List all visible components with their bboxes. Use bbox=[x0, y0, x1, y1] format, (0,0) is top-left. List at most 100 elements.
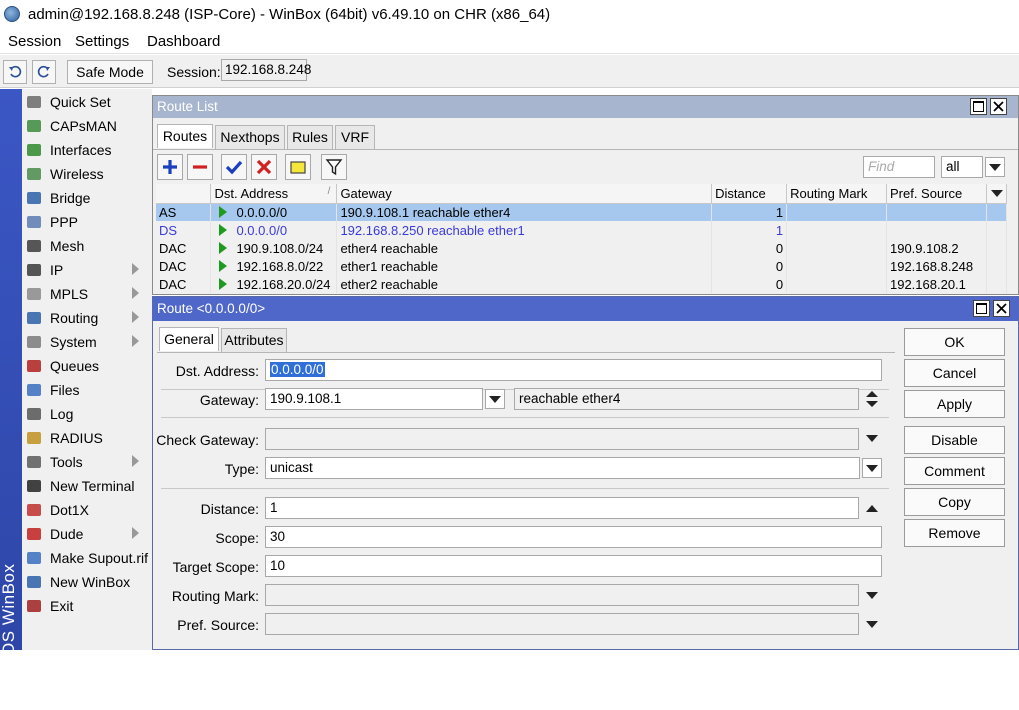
session-field[interactable]: 192.168.8.248 bbox=[221, 59, 311, 81]
undo-button[interactable] bbox=[3, 60, 27, 84]
close-button[interactable] bbox=[990, 98, 1007, 115]
copy-button[interactable]: Copy bbox=[904, 488, 1005, 516]
sidebar-item-interfaces[interactable]: Interfaces bbox=[22, 138, 152, 162]
window-title: admin@192.168.8.248 (ISP-Core) - WinBox … bbox=[28, 6, 551, 23]
toolbar: Safe Mode Session: 192.168.8.248 bbox=[0, 55, 1019, 88]
comment-button[interactable] bbox=[285, 154, 311, 180]
check-gateway-select[interactable] bbox=[265, 428, 859, 450]
chevron-down-icon[interactable] bbox=[866, 592, 878, 599]
col-flags[interactable] bbox=[156, 184, 212, 204]
menu-settings[interactable]: Settings bbox=[75, 33, 129, 50]
tab-nexthops[interactable]: Nexthops bbox=[215, 125, 285, 149]
filter-dropdown-button[interactable] bbox=[985, 157, 1005, 177]
sidebar-item-exit[interactable]: Exit bbox=[22, 594, 152, 618]
redo-icon bbox=[37, 65, 50, 78]
scope-input[interactable]: 30 bbox=[265, 526, 882, 548]
table-row[interactable]: DAC 190.9.108.0/24 ether4 reachable 0 190.9.… bbox=[156, 239, 1008, 257]
sidebar-item-capsman[interactable]: CAPsMAN bbox=[22, 114, 152, 138]
sort-icon: / bbox=[327, 185, 331, 197]
sidebar-item-new-winbox[interactable]: New WinBox bbox=[22, 570, 152, 594]
routing-icon bbox=[25, 309, 43, 327]
sidebar-item-make-supout-rif[interactable]: Make Supout.rif bbox=[22, 546, 152, 570]
gateway-dropdown-button[interactable] bbox=[485, 389, 505, 409]
table-row[interactable]: DS 0.0.0.0/0 192.168.8.250 reachable ether… bbox=[156, 221, 1008, 239]
cancel-button[interactable]: Cancel bbox=[904, 359, 1005, 387]
type-select[interactable]: unicast bbox=[265, 457, 860, 479]
maximize-button[interactable] bbox=[970, 98, 987, 115]
target-scope-input[interactable]: 10 bbox=[265, 555, 882, 577]
sidebar-item-mpls[interactable]: MPLS bbox=[22, 282, 152, 306]
sidebar-item-radius[interactable]: RADIUS bbox=[22, 426, 152, 450]
sidebar-item-tools[interactable]: Tools bbox=[22, 450, 152, 474]
table-row[interactable]: AS 0.0.0.0/0 190.9.108.1 reachable ether4 1 bbox=[156, 203, 1008, 221]
maximize-icon bbox=[976, 303, 987, 314]
chevron-up-icon[interactable] bbox=[866, 505, 878, 512]
sidebar-item-mesh[interactable]: Mesh bbox=[22, 234, 152, 258]
tab-rules[interactable]: Rules bbox=[287, 125, 333, 149]
comment-button[interactable]: Comment bbox=[904, 457, 1005, 485]
filter-button[interactable] bbox=[321, 154, 347, 180]
apply-button[interactable]: Apply bbox=[904, 390, 1005, 418]
table-row[interactable]: DAC 192.168.20.0/24 ether2 reachable 0 192.1… bbox=[156, 275, 1008, 293]
menu-session[interactable]: Session bbox=[8, 33, 61, 50]
sidebar-item-quick-set[interactable]: Quick Set bbox=[22, 90, 152, 114]
gateway-cell: ether4 reachable bbox=[336, 239, 713, 257]
columns-menu-button[interactable] bbox=[986, 184, 1008, 204]
col-gateway[interactable]: Gateway bbox=[336, 184, 713, 204]
submenu-arrow-icon bbox=[132, 311, 139, 323]
sidebar-item-new-terminal[interactable]: New Terminal bbox=[22, 474, 152, 498]
sidebar-item-dude[interactable]: Dude bbox=[22, 522, 152, 546]
chevron-down-icon[interactable] bbox=[866, 621, 878, 628]
col-pref-source[interactable]: Pref. Source bbox=[886, 184, 987, 204]
sidebar-item-dot1x[interactable]: Dot1X bbox=[22, 498, 152, 522]
sidebar-item-log[interactable]: Log bbox=[22, 402, 152, 426]
distance-input[interactable]: 1 bbox=[265, 497, 859, 519]
add-remove-gateway-button[interactable] bbox=[865, 390, 879, 408]
disable-button[interactable] bbox=[251, 154, 277, 180]
safe-mode-button[interactable]: Safe Mode bbox=[67, 60, 153, 84]
redo-button[interactable] bbox=[32, 60, 56, 84]
sidebar-item-ppp[interactable]: PPP bbox=[22, 210, 152, 234]
dst-address-input[interactable]: 0.0.0.0/0 bbox=[265, 359, 882, 381]
sidebar-item-wireless[interactable]: Wireless bbox=[22, 162, 152, 186]
table-row[interactable]: DAC 192.168.8.0/22 ether1 reachable 0 192.16… bbox=[156, 257, 1008, 275]
col-routing-mark[interactable]: Routing Mark bbox=[786, 184, 887, 204]
pref-source-select[interactable] bbox=[265, 613, 859, 635]
routing-mark-select[interactable] bbox=[265, 584, 859, 606]
ok-button[interactable]: OK bbox=[904, 328, 1005, 356]
sidebar-item-ip[interactable]: IP bbox=[22, 258, 152, 282]
sidebar-item-system[interactable]: System bbox=[22, 330, 152, 354]
tab-vrf[interactable]: VRF bbox=[335, 125, 375, 149]
tab-routes[interactable]: Routes bbox=[157, 124, 213, 148]
filter-select[interactable]: all bbox=[941, 156, 983, 178]
enable-button[interactable] bbox=[221, 154, 247, 180]
gateway-input[interactable]: 190.9.108.1 bbox=[265, 388, 483, 410]
submenu-arrow-icon bbox=[132, 455, 139, 467]
type-dropdown-button[interactable] bbox=[862, 458, 882, 478]
tab-general[interactable]: General bbox=[159, 327, 219, 351]
col-distance[interactable]: Distance bbox=[711, 184, 788, 204]
remove-button[interactable] bbox=[187, 154, 213, 180]
sidebar-item-files[interactable]: Files bbox=[22, 378, 152, 402]
active-route-icon bbox=[219, 241, 228, 254]
gateway-cell-text: 190.9.108.1 reachable ether4 bbox=[340, 204, 511, 220]
find-input[interactable]: Find bbox=[863, 156, 935, 178]
wireless-icon bbox=[25, 165, 43, 183]
sidebar-item-routing[interactable]: Routing bbox=[22, 306, 152, 330]
gateway-cell-text: ether1 reachable bbox=[340, 258, 439, 274]
remove-button[interactable]: Remove bbox=[904, 519, 1005, 547]
tab-attributes[interactable]: Attributes bbox=[221, 328, 287, 352]
close-button[interactable] bbox=[993, 300, 1010, 317]
maximize-button[interactable] bbox=[973, 300, 990, 317]
row-filler bbox=[986, 221, 1008, 239]
dst-address-cell-text: 190.9.108.0/24 bbox=[236, 240, 324, 256]
chevron-down-icon[interactable] bbox=[866, 435, 878, 442]
col-dst-address[interactable]: Dst. Address / bbox=[210, 184, 338, 204]
disable-button[interactable]: Disable bbox=[904, 426, 1005, 454]
maximize-icon bbox=[973, 101, 984, 112]
menu-dashboard[interactable]: Dashboard bbox=[147, 33, 220, 50]
add-button[interactable] bbox=[157, 154, 183, 180]
dst-address-value: 0.0.0.0/0 bbox=[270, 362, 325, 377]
sidebar-item-bridge[interactable]: Bridge bbox=[22, 186, 152, 210]
sidebar-item-queues[interactable]: Queues bbox=[22, 354, 152, 378]
